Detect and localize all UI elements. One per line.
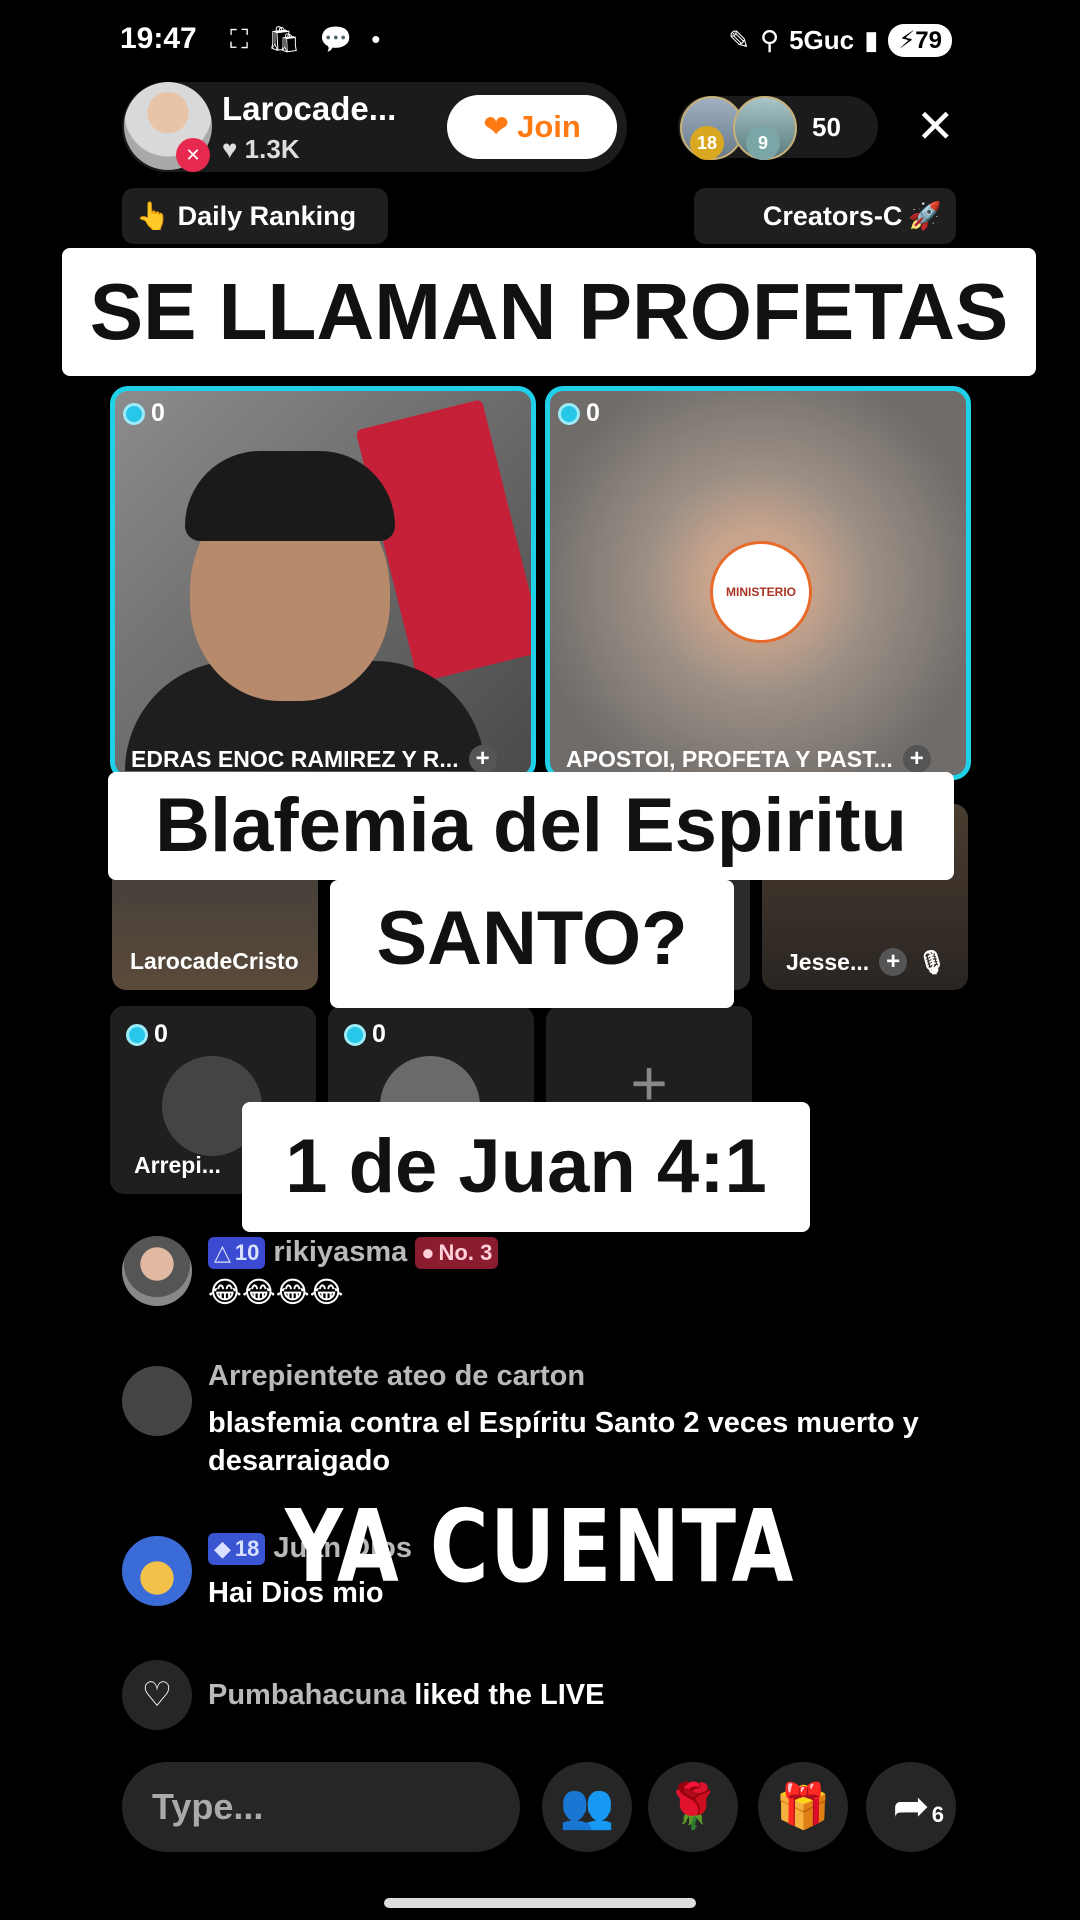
- person-hair: [185, 451, 395, 541]
- tile-label: Jesse... + 🎙: [786, 948, 946, 976]
- tile-score: 0: [123, 399, 165, 428]
- chat-header: △ 10 rikiyasma ● No. 3: [208, 1236, 499, 1269]
- creators-label: Creators-C: [762, 200, 903, 231]
- status-time: 19:47: [120, 22, 197, 55]
- caption-top: SE LLAMAN PROFETAS: [62, 248, 1036, 376]
- viewer-rank-badge: 18: [690, 126, 724, 160]
- tile-name: APOSTOI, PROFETA Y PAST...: [566, 745, 893, 772]
- guests-icon[interactable]: 👥: [542, 1762, 632, 1852]
- coin-icon: [126, 1023, 148, 1046]
- home-indicator[interactable]: [384, 1898, 696, 1908]
- caption-middle-line2: SANTO?: [330, 880, 734, 1008]
- mic-off-icon: ✕: [176, 138, 210, 172]
- tile-label: APOSTOI, PROFETA Y PAST... +: [566, 745, 931, 773]
- comment-input[interactable]: Type...: [122, 1762, 520, 1852]
- tile-score: 0: [344, 1020, 386, 1049]
- chat-avatar[interactable]: [122, 1366, 192, 1436]
- like-text: liked the LIVE: [414, 1679, 605, 1711]
- battery-badge: ⚡79: [888, 24, 952, 57]
- tile-score: 0: [558, 399, 600, 428]
- chat-message: blasfemia contra el Espíritu Santo 2 vec…: [208, 1407, 919, 1477]
- fire-icon: 👆: [136, 201, 170, 231]
- tile-name: Jesse...: [786, 948, 870, 975]
- close-icon[interactable]: ✕: [916, 98, 955, 154]
- like-notice: Pumbahacuna liked the LIVE: [208, 1676, 604, 1714]
- level-badge: △ 10: [208, 1236, 266, 1269]
- heart-outline-icon: ♡: [122, 1660, 192, 1730]
- tile-score: 0: [126, 1020, 168, 1049]
- level-value: 10: [234, 1239, 260, 1265]
- overlay-caption: YA CUENTA: [285, 1488, 795, 1605]
- host-name[interactable]: Larocade...: [222, 90, 396, 128]
- signal-icon: ▮: [864, 25, 879, 55]
- viewer-rank-badge: 9: [746, 126, 780, 160]
- chat-username[interactable]: rikiyasma: [273, 1236, 407, 1269]
- chat-message: 😂😂😂😂: [208, 1277, 344, 1309]
- status-right: ✎ ⚲ 5Guc ▮ ⚡79: [728, 24, 952, 57]
- caption-verse: 1 de Juan 4:1: [242, 1102, 810, 1232]
- tile-label: EDRAS ENOC RAMIREZ Y R... +: [131, 745, 497, 773]
- network-label: 5Guc: [789, 25, 855, 55]
- rank-icon: ●: [421, 1239, 435, 1265]
- daily-ranking-pill[interactable]: 👆 Daily Ranking: [122, 188, 388, 244]
- coin-icon: [123, 402, 145, 425]
- rocket-icon: 🚀: [908, 201, 942, 231]
- heart-icon: ♥: [222, 134, 238, 164]
- level-icon: △: [214, 1239, 231, 1265]
- tile-name: Arrepi...: [134, 1152, 221, 1178]
- plus-icon[interactable]: +: [902, 745, 931, 773]
- plus-icon[interactable]: +: [879, 948, 908, 976]
- coin-icon: [344, 1023, 366, 1046]
- daily-ranking-label: Daily Ranking: [177, 200, 357, 231]
- rank-badge: ● No. 3: [415, 1236, 499, 1269]
- tile-score-value: 0: [372, 1020, 386, 1048]
- join-label: Join: [517, 109, 581, 144]
- share-icon: ➦: [892, 1782, 930, 1831]
- creators-pill[interactable]: Creators-C 🚀: [694, 188, 956, 244]
- tile-score-value: 0: [151, 399, 165, 427]
- rank-value: No. 3: [438, 1239, 493, 1265]
- battery-level: 79: [915, 27, 942, 54]
- location-icon: ⚲: [760, 25, 780, 55]
- coin-icon: [558, 402, 580, 425]
- join-button[interactable]: ❤ Join: [447, 95, 617, 159]
- chat-avatar[interactable]: [122, 1236, 192, 1306]
- chat-username[interactable]: Arrepientete ateo de carton: [208, 1360, 585, 1393]
- viewer-count[interactable]: 50: [812, 112, 841, 143]
- ministerio-logo: MINISTERIO: [710, 541, 812, 643]
- guest-tile-2[interactable]: MINISTERIO 0 APOSTOI, PROFETA Y PAST... …: [545, 386, 971, 780]
- join-heart-icon: ❤: [483, 109, 510, 144]
- tile-score-value: 0: [154, 1020, 168, 1048]
- tile-score-value: 0: [586, 399, 600, 427]
- host-likes-count: 1.3K: [244, 134, 300, 164]
- gift-icon[interactable]: 🎁: [758, 1762, 848, 1852]
- status-left-icons: ⛶ 🛍 💬 •: [230, 24, 387, 54]
- tile-label: LarocadeCristo: [130, 948, 299, 974]
- guest-tile-1[interactable]: 0 EDRAS ENOC RAMIREZ Y R... +: [110, 386, 536, 780]
- host-likes: ♥ 1.3K: [222, 134, 300, 165]
- rose-gift-icon[interactable]: 🌹: [648, 1762, 738, 1852]
- caption-middle-line1: Blafemia del Espiritu: [108, 772, 954, 880]
- pen-icon: ✎: [728, 25, 751, 55]
- plus-icon[interactable]: +: [468, 745, 497, 773]
- tile-name: EDRAS ENOC RAMIREZ Y R...: [131, 745, 459, 772]
- mic-off-icon: 🎙: [917, 948, 947, 975]
- like-username[interactable]: Pumbahacuna: [208, 1679, 406, 1711]
- share-count: 6: [931, 1802, 944, 1827]
- share-button[interactable]: ➦ 6: [866, 1762, 956, 1852]
